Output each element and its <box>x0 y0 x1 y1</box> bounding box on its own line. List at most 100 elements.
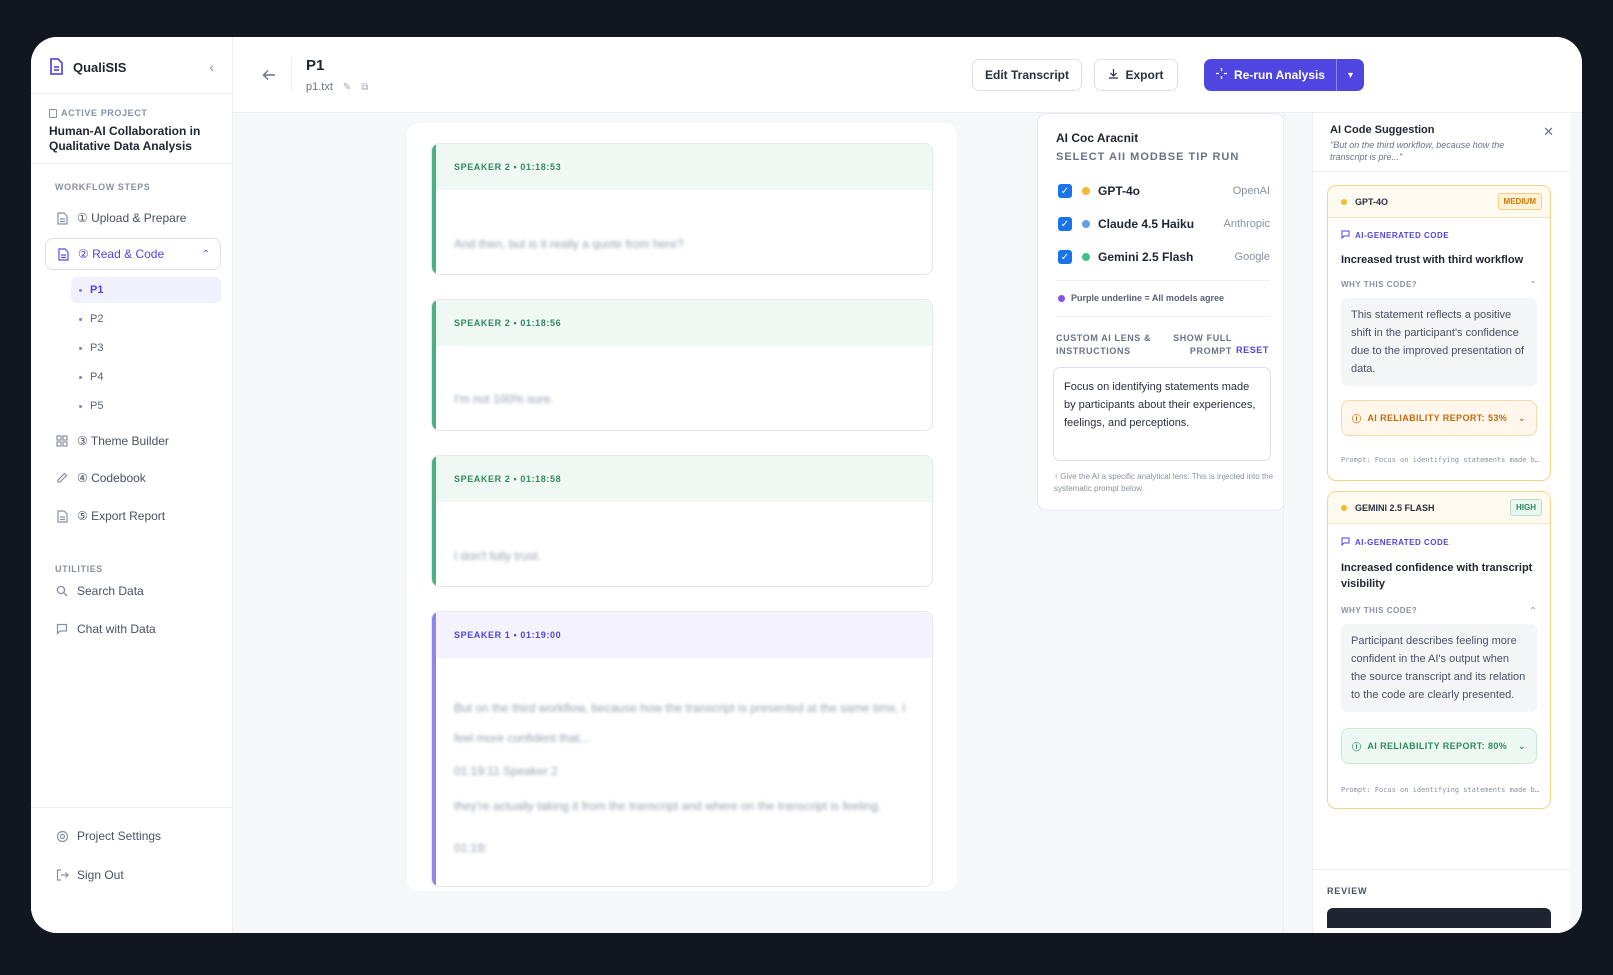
divider <box>291 59 292 91</box>
nav-label: Chat with Data <box>77 622 156 636</box>
nav-label: ④ Codebook <box>77 471 146 485</box>
model-name: Gemini 2.5 Flash <box>1098 250 1194 264</box>
grid-icon <box>55 434 69 448</box>
divider <box>1056 316 1270 317</box>
model-row-gpt4o[interactable]: ✓ GPT-4o OpenAI <box>1058 180 1270 202</box>
transcript-segment[interactable]: SPEAKER 1 • 01:19:00 But on the third wo… <box>431 611 933 887</box>
pencil-icon <box>55 471 69 485</box>
nav-label: ③ Theme Builder <box>77 434 169 448</box>
participant-p5[interactable]: P5 <box>71 393 221 419</box>
segment-header: SPEAKER 2 • 01:18:58 <box>432 456 932 502</box>
sign-out-icon <box>55 868 69 882</box>
nav-upload-prepare[interactable]: ① Upload & Prepare <box>45 202 221 234</box>
file-icon <box>55 211 69 225</box>
workflow-steps-label: WORKFLOW STEPS <box>55 182 151 192</box>
top-header: P1 p1.txt ✎ ⧉ Edit Transcript Export Re-… <box>233 37 1582 113</box>
custom-lens-textarea[interactable]: Focus on identifying statements made by … <box>1053 367 1271 461</box>
participant-p4[interactable]: P4 <box>71 364 221 390</box>
nav-read-code[interactable]: ② Read & Code ⌃ <box>45 238 221 270</box>
confidence-badge: HIGH <box>1510 499 1542 516</box>
show-full-prompt-link[interactable]: SHOW FULL PROMPT <box>1172 332 1232 358</box>
nav-search-data[interactable]: Search Data <box>45 575 221 607</box>
active-project-title: Human-AI Collaboration in Qualitative Da… <box>49 124 201 153</box>
collapse-sidebar-icon[interactable]: ‹ <box>209 59 214 75</box>
why-this-code-toggle[interactable]: WHY THIS CODE? ⌃ <box>1341 606 1537 615</box>
document-logo-icon <box>49 58 65 76</box>
sidebar: QualiSIS ‹ ACTIVE PROJECT Human-AI Colla… <box>31 37 233 933</box>
card-model-name: GPT-4O <box>1355 196 1389 207</box>
panel-title: AI Coc Aracnit <box>1056 131 1139 145</box>
nav-theme-builder[interactable]: ③ Theme Builder <box>45 425 221 457</box>
app-name: QualiSIS <box>73 59 127 75</box>
code-explanation: This statement reflects a positive shift… <box>1341 298 1537 386</box>
checkbox-checked-icon[interactable]: ✓ <box>1058 217 1072 231</box>
segment-text: But on the third workflow, because how t… <box>454 701 906 855</box>
model-row-gemini[interactable]: ✓ Gemini 2.5 Flash Google <box>1058 246 1270 268</box>
transcript-segment[interactable]: SPEAKER 2 • 01:18:53 And then, but is it… <box>431 143 933 275</box>
sparkle-icon <box>1215 67 1228 83</box>
transcript-segment[interactable]: SPEAKER 2 • 01:18:58 I don't fully trust… <box>431 455 933 587</box>
brand: QualiSIS ‹ <box>49 57 214 77</box>
nav-export-report[interactable]: ⑤ Export Report <box>45 500 221 532</box>
review-action-bar[interactable] <box>1327 908 1551 928</box>
model-color-dot <box>1082 220 1090 228</box>
divider <box>31 163 232 164</box>
export-button[interactable]: Export <box>1094 59 1178 91</box>
nav-codebook[interactable]: ④ Codebook <box>45 462 221 494</box>
reliability-report-toggle[interactable]: ⓘ AI RELIABILITY REPORT: 80% ⌄ <box>1341 728 1537 764</box>
chevron-down-icon: ⌄ <box>1518 740 1526 751</box>
chevron-down-icon: ⌄ <box>1518 412 1526 423</box>
model-name: Claude 4.5 Haiku <box>1098 217 1195 231</box>
participant-p2[interactable]: P2 <box>71 306 221 332</box>
model-vendor: Google <box>1234 251 1270 263</box>
suggestion-card-gpt4o: GPT-4O MEDIUM AI-GENERATED CODE Increase… <box>1327 185 1551 481</box>
folder-icon <box>49 108 57 118</box>
prompt-preview: Prompt: Focus on identifying statements … <box>1341 456 1541 464</box>
segment-text: And then, but is it really a quote from … <box>454 237 684 251</box>
model-name: GPT-4o <box>1098 184 1141 198</box>
project-settings-button[interactable]: Project Settings <box>45 820 221 852</box>
nav-label: Search Data <box>77 584 144 598</box>
sign-out-button[interactable]: Sign Out <box>45 859 221 891</box>
model-row-claude[interactable]: ✓ Claude 4.5 Haiku Anthropic <box>1058 213 1270 235</box>
reliability-report-toggle[interactable]: ⓘ AI RELIABILITY REPORT: 53% ⌄ <box>1341 400 1537 436</box>
copy-icon[interactable]: ⧉ <box>361 82 368 93</box>
rerun-analysis-button[interactable]: Re-run Analysis ▾ <box>1204 59 1364 91</box>
segment-text: I'm not 100% sure. <box>454 392 554 406</box>
nav-label: Sign Out <box>77 868 124 882</box>
participant-p3[interactable]: P3 <box>71 335 221 361</box>
close-icon[interactable]: ✕ <box>1543 124 1554 140</box>
info-icon: ⓘ <box>1352 413 1362 424</box>
edit-transcript-button[interactable]: Edit Transcript <box>972 59 1082 91</box>
app-window: QualiSIS ‹ ACTIVE PROJECT Human-AI Colla… <box>31 37 1582 933</box>
participant-p1[interactable]: P1 <box>71 277 221 303</box>
divider <box>1313 171 1570 172</box>
why-this-code-toggle[interactable]: WHY THIS CODE? ⌃ <box>1341 280 1537 289</box>
chevron-up-icon[interactable]: ⌃ <box>202 249 210 260</box>
edit-icon[interactable]: ✎ <box>343 82 351 93</box>
file-icon <box>56 247 70 261</box>
nav-chat-with-data[interactable]: Chat with Data <box>45 613 221 645</box>
model-vendor: OpenAI <box>1232 185 1270 197</box>
panel-subtitle: SELECT AII MODBSE TIP RUN <box>1056 151 1240 163</box>
segment-header: SPEAKER 2 • 01:18:56 <box>432 300 932 346</box>
nav-label: ② Read & Code <box>78 247 165 261</box>
comment-icon <box>1341 537 1350 548</box>
reset-link[interactable]: RESET <box>1236 345 1269 355</box>
chevron-up-icon: ⌃ <box>1529 606 1537 615</box>
model-color-dot <box>1082 187 1090 195</box>
review-section: REVIEW <box>1313 869 1570 933</box>
chevron-up-icon: ⌃ <box>1529 280 1537 289</box>
file-icon <box>55 509 69 523</box>
suggestion-title: AI Code Suggestion <box>1330 124 1435 136</box>
transcript-segment[interactable]: SPEAKER 2 • 01:18:56 I'm not 100% sure. <box>431 299 933 431</box>
page-title: P1 <box>306 57 325 74</box>
lens-help-text: ↑ Give the AI a specific analytical lens… <box>1054 472 1274 493</box>
checkbox-checked-icon[interactable]: ✓ <box>1058 184 1072 198</box>
divider <box>31 93 232 94</box>
back-arrow-icon[interactable] <box>259 65 279 85</box>
ai-code-suggestion-panel: AI Code Suggestion "But on the third wor… <box>1312 113 1570 933</box>
segment-header: SPEAKER 1 • 01:19:00 <box>432 612 932 658</box>
checkbox-checked-icon[interactable]: ✓ <box>1058 250 1072 264</box>
chevron-down-icon[interactable]: ▾ <box>1336 59 1364 91</box>
